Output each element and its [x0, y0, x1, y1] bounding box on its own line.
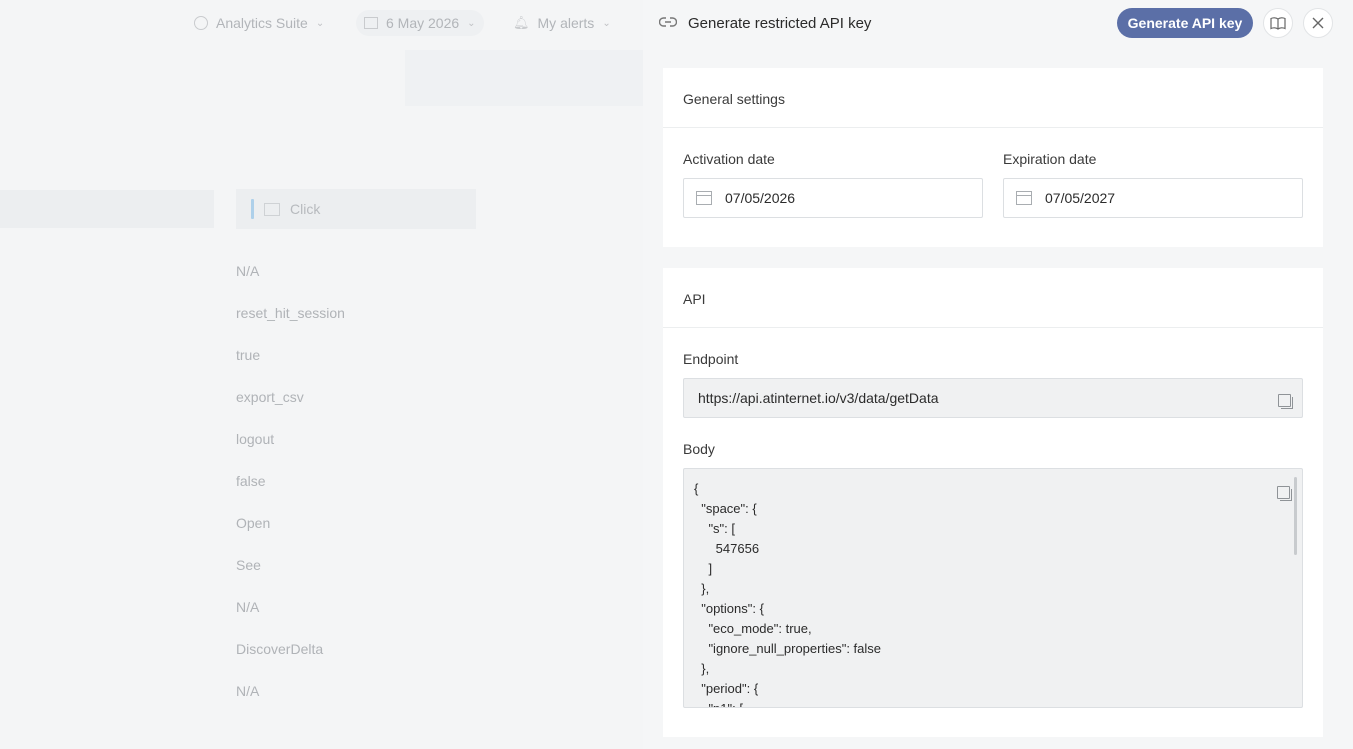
background-search-bar	[0, 190, 214, 228]
body-field[interactable]: { "space": { "s": [ 547656 ] }, "options…	[683, 468, 1303, 708]
list-item: export_csv	[236, 389, 304, 405]
endpoint-field[interactable]: https://api.atinternet.io/v3/data/getDat…	[683, 378, 1303, 418]
list-item: true	[236, 347, 261, 363]
general-settings-card: General settings Activation date 07/05/2…	[663, 68, 1323, 247]
endpoint-value: https://api.atinternet.io/v3/data/getDat…	[698, 390, 939, 406]
calendar-icon	[696, 191, 712, 205]
filter-chip[interactable]: Click	[236, 189, 476, 229]
drawer-header: Generate restricted API key Generate API…	[643, 0, 1353, 46]
expiration-date-label: Expiration date	[1003, 151, 1097, 167]
alerts-label: My alerts	[537, 15, 595, 31]
background-app: Analytics Suite ⌄ 6 May 2026 ⌄ 🔔︎ My ale…	[0, 0, 643, 749]
book-icon	[1270, 17, 1286, 30]
copy-body-icon[interactable]	[1277, 486, 1292, 501]
date-selector[interactable]: 6 May 2026 ⌄	[356, 10, 484, 36]
body-label: Body	[683, 441, 715, 457]
api-title: API	[663, 268, 1323, 328]
body-json: { "space": { "s": [ 547656 ] }, "options…	[694, 481, 882, 707]
expiration-date-input[interactable]: 07/05/2027	[1003, 178, 1303, 218]
calendar-icon	[364, 17, 378, 29]
event-icon	[264, 202, 280, 216]
background-panel	[405, 50, 643, 106]
activation-date-label: Activation date	[683, 151, 775, 167]
calendar-icon	[1016, 191, 1032, 205]
site-icon	[194, 16, 208, 30]
list-item: N/A	[236, 683, 260, 699]
background-topbar: Analytics Suite ⌄ 6 May 2026 ⌄ 🔔︎ My ale…	[0, 0, 643, 46]
general-settings-title: General settings	[663, 68, 1323, 128]
body-scrollbar[interactable]	[1294, 477, 1297, 555]
api-key-drawer: Generate restricted API key Generate API…	[643, 0, 1353, 749]
endpoint-label: Endpoint	[683, 351, 739, 367]
list-item: Open	[236, 515, 271, 531]
chip-marker	[251, 199, 254, 219]
site-selector[interactable]: Analytics Suite ⌄	[186, 10, 332, 36]
alerts-selector[interactable]: 🔔︎ My alerts ⌄	[505, 10, 619, 36]
list-item: N/A	[236, 599, 260, 615]
list-item: false	[236, 473, 266, 489]
activation-date-input[interactable]: 07/05/2026	[683, 178, 983, 218]
documentation-button[interactable]	[1263, 8, 1293, 38]
expiration-date-value: 07/05/2027	[1045, 190, 1116, 206]
drawer-title: Generate restricted API key	[688, 15, 872, 32]
list-item: See	[236, 557, 261, 573]
list-item: reset_hit_session	[236, 305, 345, 321]
background-value-list: N/A reset_hit_session true export_csv lo…	[236, 252, 345, 714]
site-name: Analytics Suite	[216, 15, 308, 31]
chevron-down-icon: ⌄	[315, 17, 325, 29]
chevron-down-icon: ⌄	[467, 17, 476, 29]
generate-api-key-button[interactable]: Generate API key	[1117, 8, 1253, 38]
activation-date-value: 07/05/2026	[725, 190, 796, 206]
link-icon	[659, 17, 677, 27]
api-card: API Endpoint https://api.atinternet.io/v…	[663, 268, 1323, 737]
list-item: N/A	[236, 263, 260, 279]
close-icon	[1312, 17, 1324, 29]
chevron-down-icon: ⌄	[602, 17, 611, 29]
copy-endpoint-icon[interactable]	[1278, 394, 1293, 409]
bell-icon: 🔔︎	[513, 15, 530, 30]
list-item: DiscoverDelta	[236, 641, 324, 657]
filter-chip-label: Click	[290, 201, 321, 217]
close-button[interactable]	[1303, 8, 1333, 38]
date-label: 6 May 2026	[386, 15, 460, 31]
list-item: logout	[236, 431, 275, 447]
